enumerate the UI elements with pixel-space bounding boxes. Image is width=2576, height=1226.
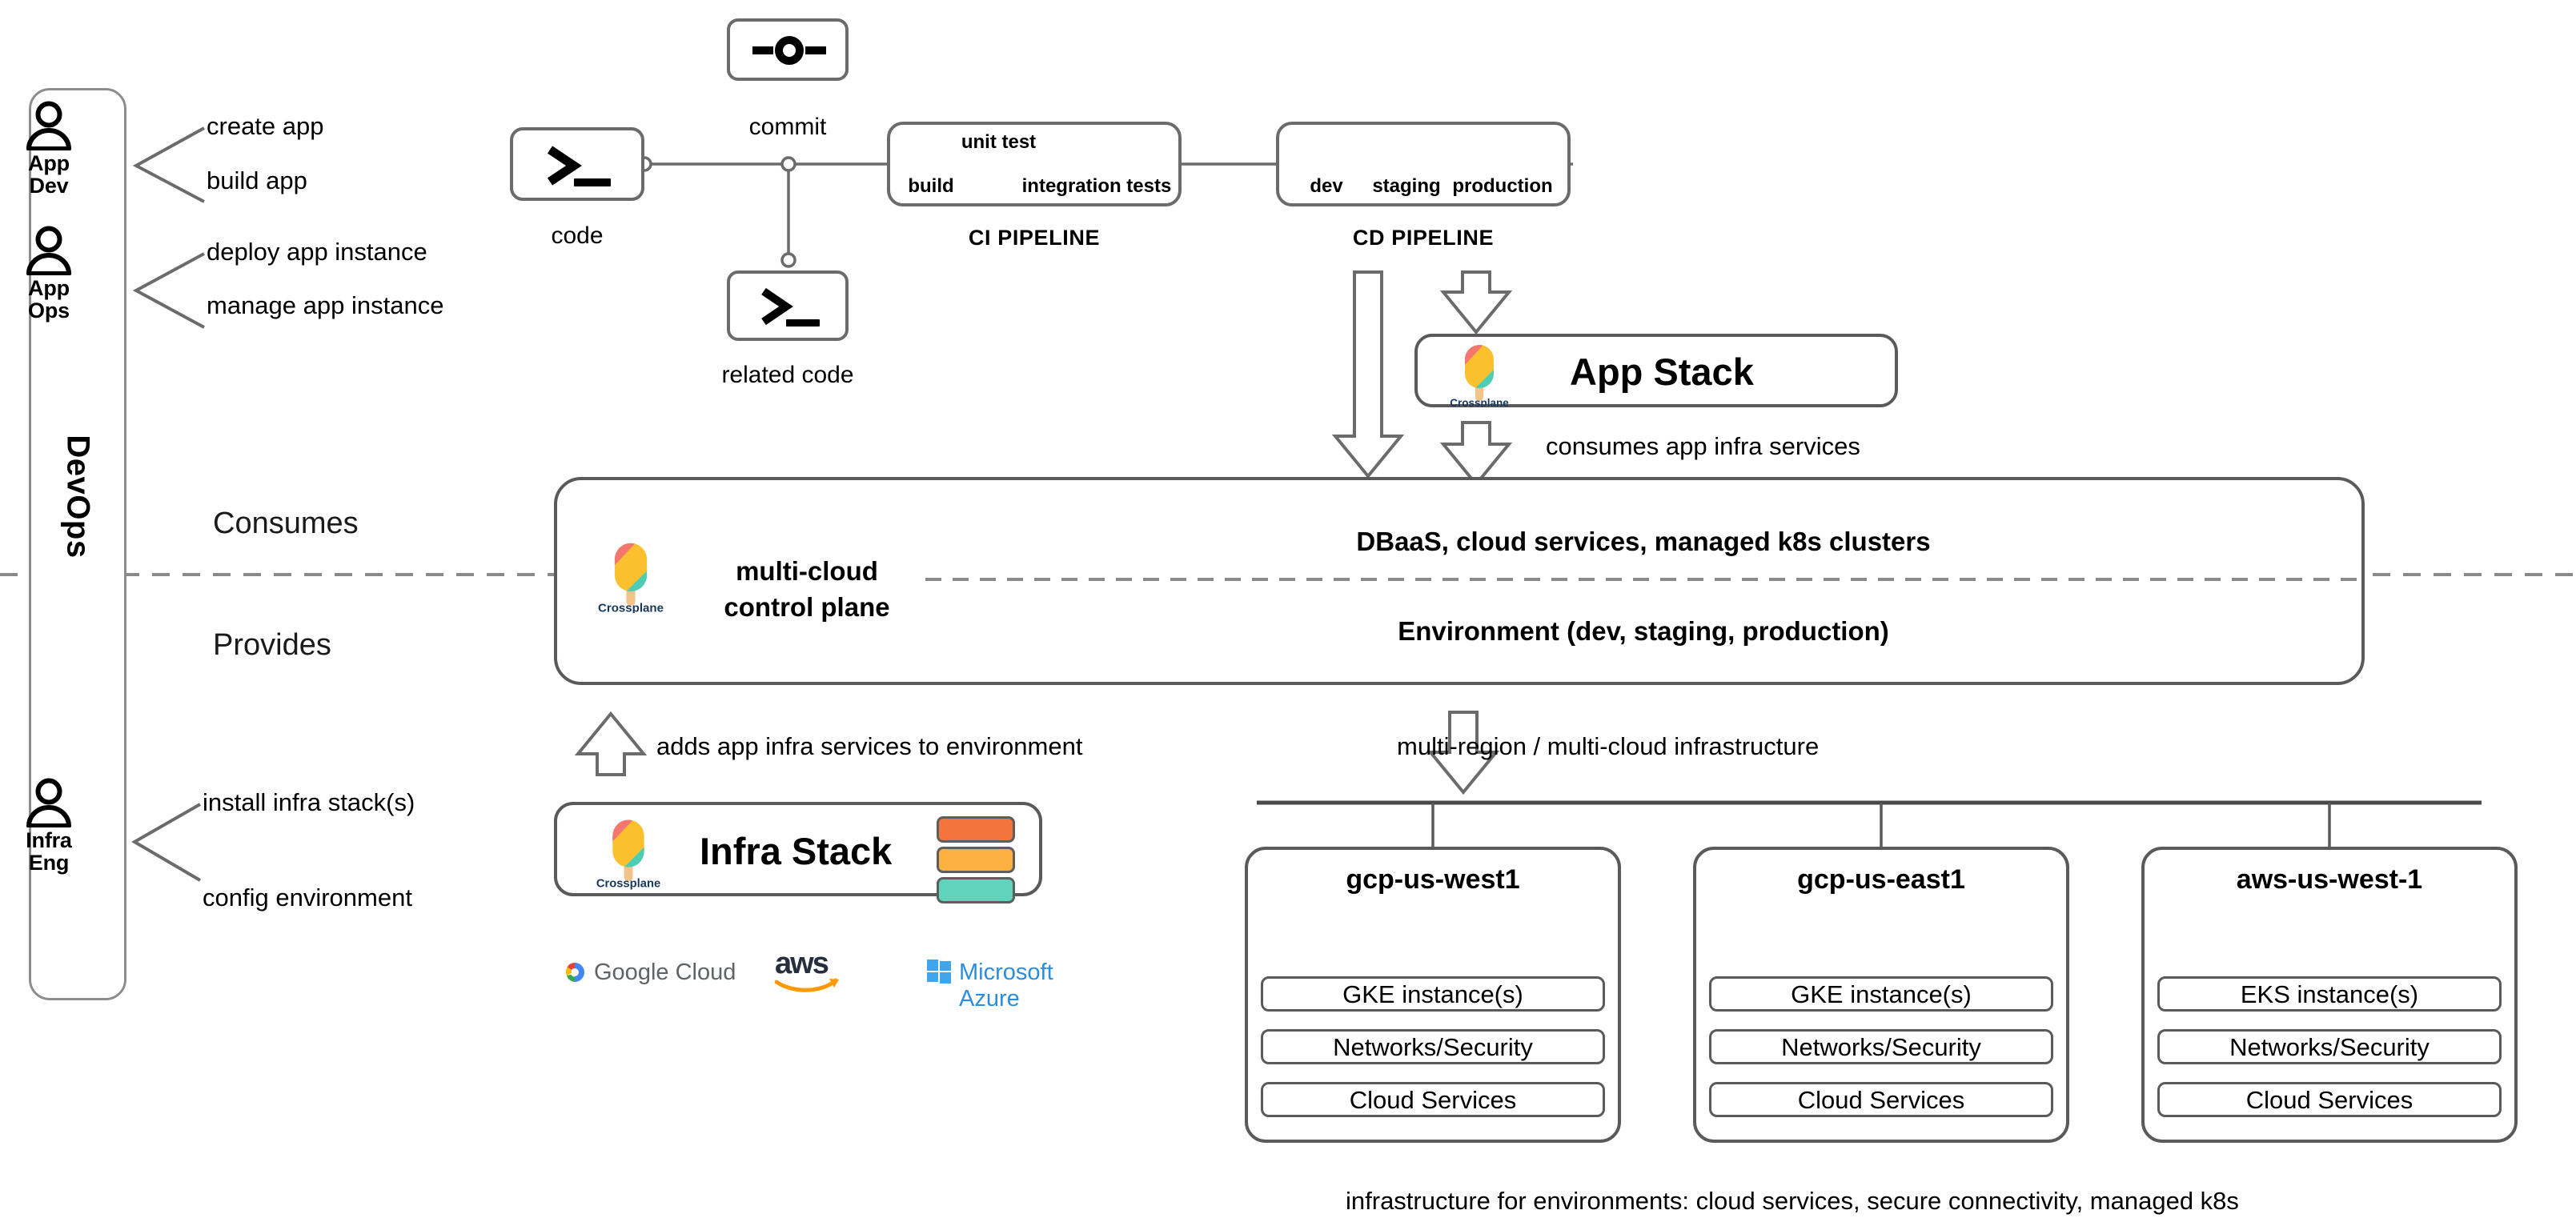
aws-smile-icon — [775, 978, 839, 992]
side-label-consumes: Consumes — [213, 507, 359, 540]
azure-label: Microsoft Azure — [959, 960, 1053, 1012]
task-config-environment: config environment — [203, 883, 412, 911]
persona-app-ops-line2: Ops — [28, 298, 70, 323]
persona-infra-eng-line2: Eng — [28, 851, 70, 875]
microsoft-azure-icon — [927, 960, 951, 984]
region-name: gcp-us-east1 — [1797, 864, 1965, 895]
region-item: Cloud Services — [1709, 1082, 2053, 1117]
ci-stage-unit-test: unit test — [961, 131, 1037, 153]
person-icon — [26, 226, 71, 275]
devops-vertical-label: DevOps — [29, 344, 126, 648]
region-item: Cloud Services — [2157, 1082, 2502, 1117]
google-cloud-label: Google Cloud — [594, 960, 736, 985]
region-name: gcp-us-west1 — [1346, 864, 1520, 895]
cd-pipeline-title: CD PIPELINE — [1352, 226, 1495, 250]
crossplane-logo-icon: Crossplane — [598, 543, 664, 613]
cd-stage-dev: dev — [1310, 175, 1343, 197]
crossplane-logo-word: Crossplane — [596, 878, 660, 891]
infra-stack-bar-teal — [937, 877, 1015, 903]
commit-icon — [752, 36, 826, 65]
region-card-aws-us-west-1: aws-us-west-1 EKS instance(s) Networks/S… — [2141, 847, 2518, 1143]
app-stack-box: Crossplane App Stack — [1414, 334, 1898, 407]
region-item: Networks/Security — [1261, 1029, 1605, 1064]
crossplane-logo-word: Crossplane — [598, 602, 664, 613]
control-plane-left-line2: control plane — [724, 591, 890, 622]
persona-app-dev-line2: Dev — [29, 174, 69, 198]
app-stack-arrow-label: consumes app infra services — [1546, 432, 1860, 460]
code-tile — [510, 127, 644, 201]
persona-infra-eng: Infra Eng — [0, 778, 98, 875]
task-manage-app-instance: manage app instance — [207, 291, 444, 319]
persona-infra-eng-line1: Infra — [26, 828, 72, 852]
bracket-infra-eng — [131, 803, 202, 882]
region-card-gcp-us-west1: gcp-us-west1 GKE instance(s) Networks/Se… — [1245, 847, 1621, 1143]
arrow-cd-to-control-plane — [1331, 270, 1405, 479]
infrastructure-caption: infrastructure for environments: cloud s… — [1346, 1187, 2239, 1215]
aws-label: aws — [775, 947, 829, 980]
infra-stack-title: Infra Stack — [700, 830, 893, 872]
crossplane-logo-icon: Crossplane — [1450, 345, 1509, 407]
commit-caption: commit — [748, 114, 827, 140]
bracket-app-dev — [132, 126, 205, 203]
arrow-infra-stack-up — [574, 711, 648, 776]
google-cloud-icon — [565, 963, 584, 982]
infrastructure-arrow-label: multi-region / multi-cloud infrastructur… — [1397, 732, 1820, 760]
persona-app-dev: App Dev — [0, 101, 98, 198]
person-icon — [26, 778, 71, 827]
side-label-provides: Provides — [213, 628, 331, 662]
ci-stage-integration-tests: integration tests — [1021, 175, 1172, 197]
infra-stack-bar-orange — [937, 816, 1015, 843]
cloud-provider-logos: Google Cloud aws Microsoft Azure — [560, 947, 1053, 1012]
control-plane-provides-text: Environment (dev, staging, production) — [1398, 616, 1889, 646]
region-item: GKE instance(s) — [1709, 976, 2053, 1012]
crossplane-logo-word: Crossplane — [1450, 397, 1509, 407]
arrow-app-stack-to-control-plane — [1439, 421, 1513, 487]
region-item: GKE instance(s) — [1261, 976, 1605, 1012]
infra-stack-arrow-label: adds app infra services to environment — [656, 732, 1083, 760]
region-item: Networks/Security — [1709, 1029, 2053, 1064]
persona-app-ops-line1: App — [28, 276, 70, 300]
arrow-cd-to-app-stack — [1439, 270, 1513, 335]
task-deploy-app-instance: deploy app instance — [207, 238, 427, 266]
terminal-prompt-icon — [547, 146, 611, 186]
crossplane-logo-icon: Crossplane — [596, 819, 660, 891]
control-plane-left-line1: multi-cloud — [736, 556, 878, 586]
diagram-canvas: App Dev App Ops Infra Eng DevOps create … — [0, 0, 2576, 1226]
task-create-app: create app — [207, 112, 324, 140]
region-item: Networks/Security — [2157, 1029, 2502, 1064]
control-plane-left-label: multi-cloud control plane — [687, 554, 927, 625]
related-code-tile — [727, 270, 849, 341]
terminal-prompt-icon — [761, 287, 820, 327]
bracket-app-ops — [132, 252, 205, 329]
ci-stage-build: build — [908, 175, 954, 197]
region-item: EKS instance(s) — [2157, 976, 2502, 1012]
control-plane-box: Crossplane multi-cloud control plane DBa… — [554, 477, 2365, 685]
persona-app-dev-line1: App — [28, 151, 70, 175]
region-card-gcp-us-east1: gcp-us-east1 GKE instance(s) Networks/Se… — [1693, 847, 2069, 1143]
commit-tile — [727, 18, 849, 81]
task-install-infra-stack: install infra stack(s) — [203, 788, 415, 816]
devops-vertical-text: DevOps — [60, 434, 96, 559]
rail-node-related — [780, 252, 796, 268]
control-plane-consumes-text: DBaaS, cloud services, managed k8s clust… — [1356, 527, 1931, 556]
task-build-app: build app — [207, 166, 307, 194]
persona-app-ops: App Ops — [0, 226, 98, 323]
code-caption: code — [551, 222, 604, 249]
region-item: Cloud Services — [1261, 1082, 1605, 1117]
rail-node-commit — [780, 156, 796, 172]
cd-stage-production: production — [1452, 175, 1553, 197]
related-code-caption: related code — [721, 362, 854, 388]
region-name: aws-us-west-1 — [2236, 864, 2423, 895]
infra-stack-box: Crossplane Infra Stack — [554, 802, 1042, 903]
infra-stack-bar-amber — [937, 847, 1015, 873]
app-stack-title: App Stack — [1570, 351, 1754, 393]
ci-pipeline-title: CI PIPELINE — [968, 226, 1101, 250]
person-icon — [26, 101, 71, 150]
